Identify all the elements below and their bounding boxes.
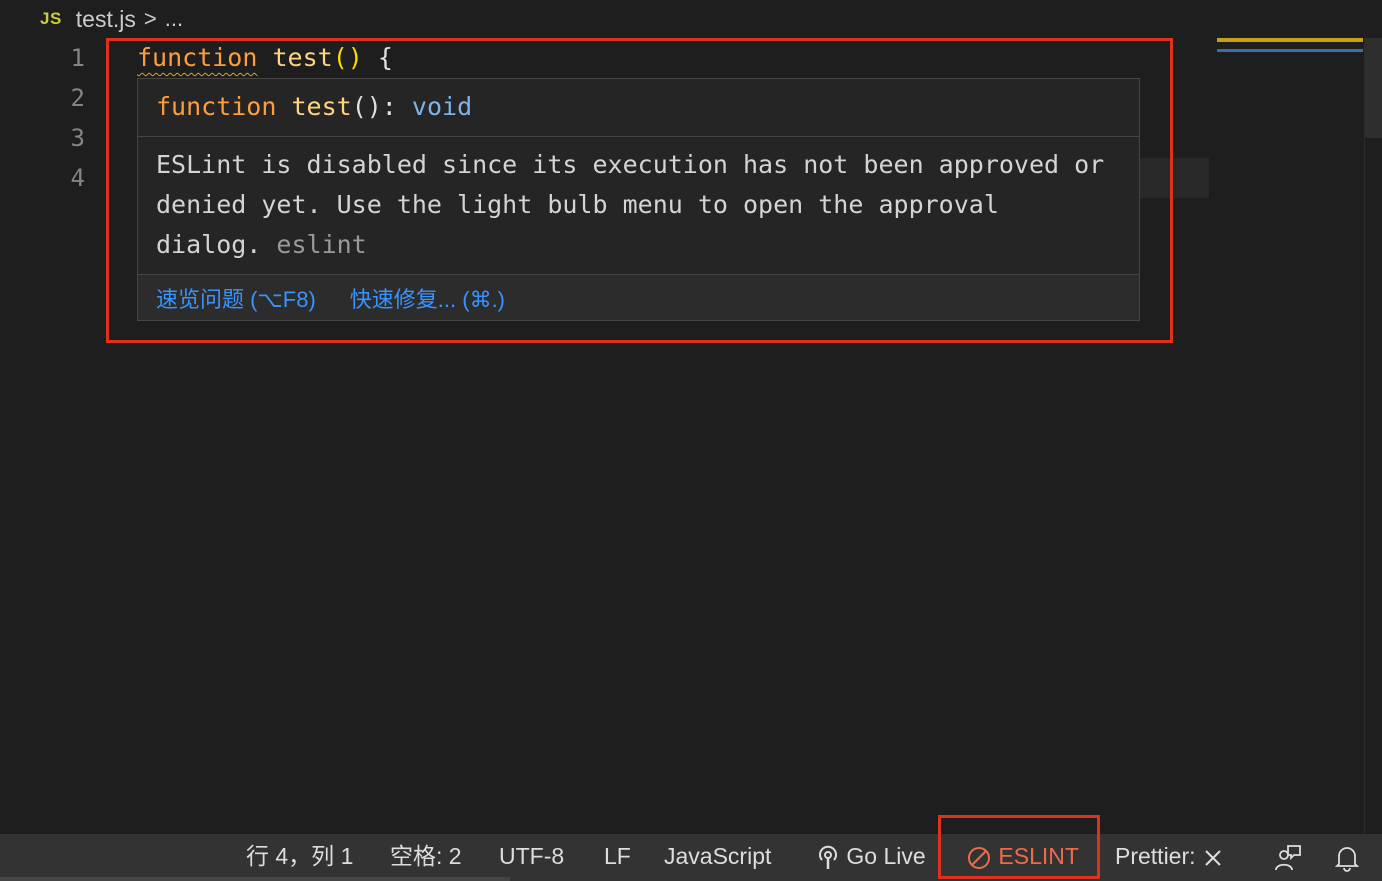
breadcrumb-file[interactable]: test.js	[76, 6, 136, 33]
breadcrumb: JS test.js > ...	[0, 0, 1382, 38]
feedback-icon	[1275, 845, 1301, 871]
status-cursor-position[interactable]: 行 4，列 1	[246, 834, 353, 878]
line-number: 1	[70, 44, 85, 72]
line-number: 2	[70, 84, 85, 112]
bell-icon	[1334, 847, 1360, 872]
broadcast-icon	[819, 845, 837, 869]
line-number: 4	[70, 164, 85, 192]
status-bar-edge	[0, 877, 510, 881]
chevron-right-icon: >	[143, 6, 157, 31]
breadcrumb-more[interactable]: ...	[165, 6, 183, 32]
line-number: 3	[70, 124, 85, 152]
status-eol[interactable]: LF	[604, 834, 631, 878]
annotation-eslint-box	[938, 815, 1100, 879]
scrollbar-thumb[interactable]	[1365, 38, 1382, 138]
go-live-label: Go Live	[846, 843, 926, 869]
status-encoding[interactable]: UTF-8	[499, 834, 564, 878]
js-file-icon: JS	[40, 9, 62, 28]
vertical-scrollbar[interactable]	[1364, 38, 1382, 834]
status-indentation[interactable]: 空格: 2	[390, 834, 462, 878]
close-icon	[1205, 850, 1221, 866]
minimap-warning-marker	[1217, 38, 1363, 42]
prettier-status-button[interactable]: Prettier:	[1115, 834, 1224, 878]
annotation-highlight-box	[106, 38, 1173, 343]
notifications-button[interactable]	[1334, 834, 1360, 878]
go-live-button[interactable]: Go Live	[816, 834, 926, 878]
prettier-label: Prettier:	[1115, 843, 1196, 869]
feedback-button[interactable]	[1274, 834, 1302, 878]
minimap-line	[1217, 49, 1363, 52]
status-bar: 行 4，列 1 空格: 2 UTF-8 LF JavaScript Go Liv…	[0, 815, 1382, 881]
status-language[interactable]: JavaScript	[664, 834, 771, 878]
vscode-window: JS test.js > ... 1 2 3 4 function test()…	[0, 0, 1382, 881]
